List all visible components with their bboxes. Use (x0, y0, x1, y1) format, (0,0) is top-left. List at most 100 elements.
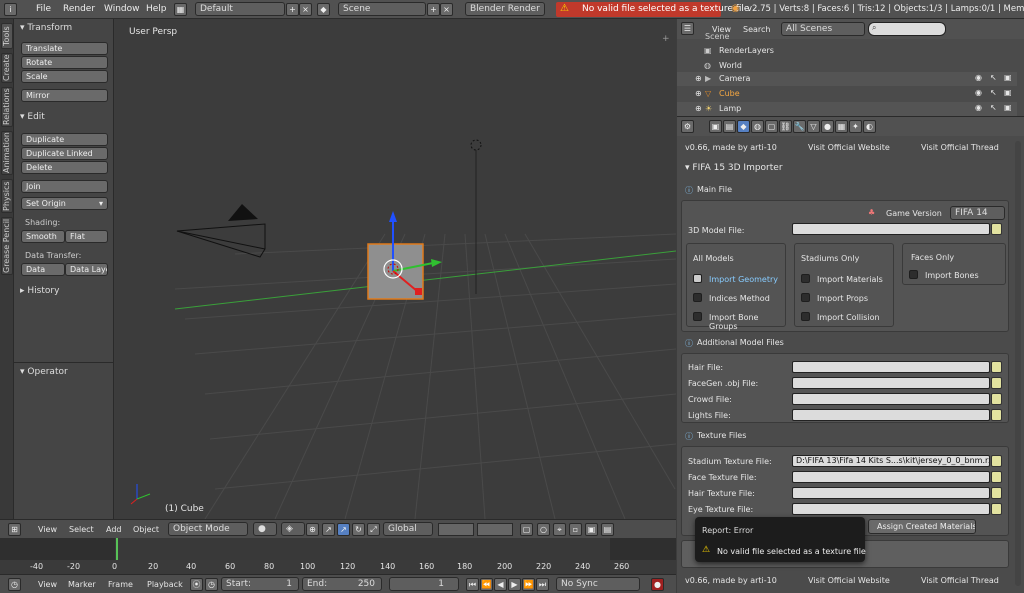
stadium-texture-browse-button[interactable] (991, 455, 1002, 467)
scene-icon[interactable]: ◆ (317, 3, 330, 16)
outliner-editor-icon[interactable]: ☰ (681, 22, 694, 35)
menu-window[interactable]: Window (104, 4, 140, 14)
assign-materials-button[interactable]: Assign Created Materials (868, 519, 976, 534)
properties-scrollbar[interactable] (1015, 141, 1021, 586)
preview-range-icon[interactable]: ◷ (205, 578, 218, 591)
crowd-file-input[interactable] (792, 393, 990, 405)
hair-file-input[interactable] (792, 361, 990, 373)
object-tab-icon[interactable]: ▢ (765, 120, 778, 133)
record-icon[interactable]: ● (651, 578, 664, 591)
eye-texture-input[interactable] (792, 503, 990, 515)
visit-thread-link[interactable]: Visit Official Thread (921, 143, 999, 152)
play-reverse-icon[interactable]: ◀ (494, 578, 507, 591)
timeline-menu-marker[interactable]: Marker (68, 580, 96, 589)
tab-grease-pencil[interactable]: Grease Pencil (1, 217, 13, 275)
next-keyframe-icon[interactable]: ⏩ (522, 578, 535, 591)
layout-select[interactable]: Default (195, 2, 285, 16)
opengl-render-icon[interactable]: ▣ (585, 523, 598, 536)
expand-icon[interactable]: ⊕ (695, 104, 702, 113)
face-texture-browse-button[interactable] (991, 471, 1002, 483)
lights-file-input[interactable] (792, 409, 990, 421)
select-arrow-icon[interactable]: ↖ (990, 73, 997, 82)
facegen-file-browse-button[interactable] (991, 377, 1002, 389)
import-props-checkbox[interactable] (801, 293, 810, 302)
add-scene-icon[interactable]: + (427, 3, 440, 16)
tab-create[interactable]: Create (1, 53, 13, 83)
constraints-tab-icon[interactable]: ⛓ (779, 120, 792, 133)
add-layout-icon[interactable]: + (286, 3, 299, 16)
expand-icon[interactable]: ⊕ (695, 74, 702, 83)
prev-keyframe-icon[interactable]: ⏪ (480, 578, 493, 591)
scale-manip-icon[interactable]: ⤢ (367, 523, 380, 536)
render-engine-select[interactable]: Blender Render (465, 2, 545, 16)
tab-animation[interactable]: Animation (1, 131, 13, 175)
jump-end-icon[interactable]: ⏭ (536, 578, 549, 591)
data-layout-button[interactable]: Data Layo (65, 263, 108, 276)
camera-object[interactable] (176, 223, 266, 258)
mode-select[interactable]: Object Mode (168, 522, 248, 536)
render-camera-icon[interactable]: ▣ (1004, 103, 1012, 112)
timeline-menu-frame[interactable]: Frame (108, 580, 133, 589)
tab-tools[interactable]: Tools (1, 23, 13, 49)
import-geometry-checkbox[interactable] (693, 274, 702, 283)
duplicate-linked-button[interactable]: Duplicate Linked (21, 147, 108, 160)
visibility-eye-icon[interactable]: ◉ (975, 73, 982, 82)
scene-select[interactable]: Scene (338, 2, 426, 16)
texture-tab-icon[interactable]: ▦ (835, 120, 848, 133)
translate-button[interactable]: Translate (21, 42, 108, 55)
timeline-menu-view[interactable]: View (38, 580, 57, 589)
timeline-menu-playback[interactable]: Playback (147, 580, 183, 589)
hair-texture-input[interactable] (792, 487, 990, 499)
current-frame-marker[interactable] (116, 538, 118, 560)
jump-start-icon[interactable]: ⏮ (466, 578, 479, 591)
end-frame-field[interactable]: End: 250 (302, 577, 382, 591)
import-collision-checkbox[interactable] (801, 312, 810, 321)
render-tab-icon[interactable]: ▣ (709, 120, 722, 133)
rotate-manip-icon[interactable]: ↻ (352, 523, 365, 536)
stadium-texture-input[interactable]: D:\FIFA 13\Fifa 14 Kits S...s\kit\jersey… (792, 455, 990, 467)
modifiers-tab-icon[interactable]: 🔧 (793, 120, 806, 133)
z-gizmo-arrow[interactable] (389, 211, 397, 222)
current-frame-field[interactable]: 1 (389, 577, 459, 591)
viewport-menu-object[interactable]: Object (133, 525, 159, 534)
timeline-editor-icon[interactable]: ◷ (8, 578, 21, 591)
opengl-anim-icon[interactable]: ▤ (601, 523, 614, 536)
lock-layers-icon[interactable]: ▢ (520, 523, 533, 536)
hair-texture-browse-button[interactable] (991, 487, 1002, 499)
scene-tab-icon[interactable]: ◆ (737, 120, 750, 133)
outliner-row-lamp[interactable]: ⊕ ☀ Lamp ◉ ↖ ▣ (677, 102, 1017, 116)
transform-header[interactable]: ▾ Transform (20, 23, 72, 33)
remove-scene-icon[interactable]: × (440, 3, 453, 16)
editor-type-icon[interactable]: ⊞ (8, 523, 21, 536)
footer-visit-website-link[interactable]: Visit Official Website (808, 576, 890, 585)
layout-icon[interactable]: ▦ (174, 3, 187, 16)
particles-tab-icon[interactable]: ✦ (849, 120, 862, 133)
smooth-button[interactable]: Smooth (21, 230, 65, 243)
eye-texture-browse-button[interactable] (991, 503, 1002, 515)
game-version-select[interactable]: FIFA 14 (950, 206, 1005, 220)
render-camera-icon[interactable]: ▣ (1004, 73, 1012, 82)
material-tab-icon[interactable]: ● (821, 120, 834, 133)
3d-viewport[interactable]: User Persp (1) Cube + (115, 19, 676, 519)
select-arrow-icon[interactable]: ↖ (990, 103, 997, 112)
join-button[interactable]: Join (21, 180, 108, 193)
model-file-input[interactable] (792, 223, 990, 235)
shading-select[interactable]: ● (253, 522, 277, 536)
visibility-eye-icon[interactable]: ◉ (975, 103, 982, 112)
render-camera-icon[interactable]: ▣ (1004, 88, 1012, 97)
timeline[interactable]: -40 -20 0 20 40 60 80 100 120 140 160 18… (0, 538, 676, 574)
indices-method-checkbox[interactable] (693, 293, 702, 302)
addon-panel-header[interactable]: ▾ FIFA 15 3D Importer (685, 163, 783, 173)
menu-help[interactable]: Help (146, 4, 167, 14)
face-texture-input[interactable] (792, 471, 990, 483)
outliner-filter-select[interactable]: All Scenes (781, 22, 865, 36)
add-region-icon[interactable]: + (662, 34, 670, 44)
layers-tab-icon[interactable]: ▤ (723, 120, 736, 133)
menu-render[interactable]: Render (63, 4, 95, 14)
outliner-row-cube[interactable]: ⊕ ▽ Cube ◉ ↖ ▣ (677, 87, 1017, 101)
footer-visit-thread-link[interactable]: Visit Official Thread (921, 576, 999, 585)
viewport-menu-view[interactable]: View (38, 525, 57, 534)
play-icon[interactable]: ▶ (508, 578, 521, 591)
outliner-menu-search[interactable]: Search (743, 25, 770, 34)
viewport-menu-add[interactable]: Add (106, 525, 122, 534)
